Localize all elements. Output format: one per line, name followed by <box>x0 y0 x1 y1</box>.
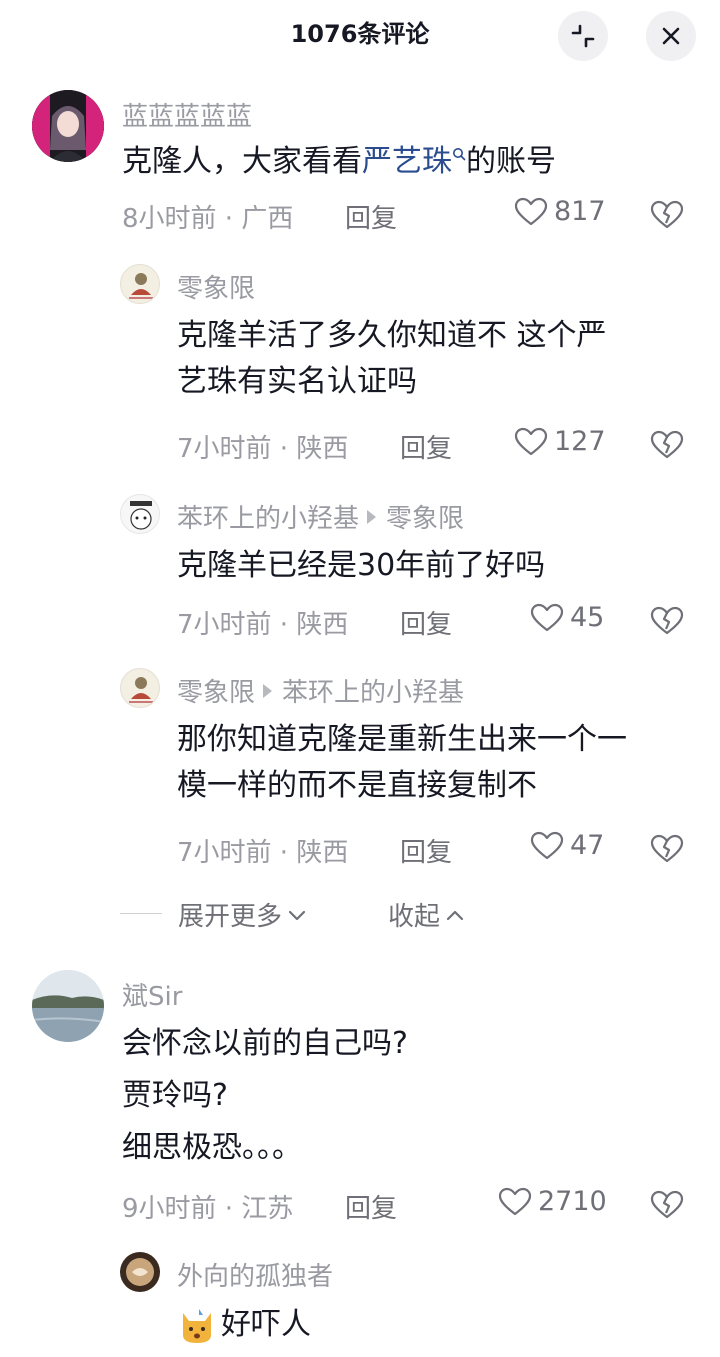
comment-text-part: 克隆人，大家看看 <box>122 144 362 179</box>
reply-button[interactable]: 回复 <box>400 604 452 641</box>
search-icon <box>453 148 466 161</box>
reply-arrow-icon <box>367 509 377 524</box>
heart-icon <box>530 831 564 859</box>
like-button[interactable]: 47 <box>530 830 604 861</box>
reply-to-username[interactable]: 苯环上的小羟基 <box>282 672 464 709</box>
comment-text-line: 那你知道克隆是重新生出来一个一 <box>177 722 627 757</box>
like-count: 127 <box>554 426 606 457</box>
like-button[interactable]: 45 <box>530 602 604 633</box>
dislike-button[interactable] <box>650 606 684 640</box>
comment-text: 那你知道克隆是重新生出来一个一 模一样的而不是直接复制不 <box>177 717 627 809</box>
dislike-button[interactable] <box>650 200 684 234</box>
comment-text-line: 克隆羊已经是30年前了好吗 <box>177 548 546 583</box>
reply-button[interactable]: 回复 <box>345 198 397 235</box>
comment-text-line: 好吓人 <box>221 1307 311 1342</box>
broken-heart-icon <box>650 834 684 863</box>
broken-heart-icon <box>650 200 684 229</box>
comment-count-title: 1076条评论 <box>290 20 430 48</box>
broken-heart-icon <box>650 1190 684 1219</box>
heart-icon <box>530 603 564 631</box>
close-button[interactable] <box>646 11 696 61</box>
comment-text-line: 艺珠有实名认证吗 <box>177 364 417 399</box>
username-label: 苯环上的小羟基 <box>177 504 360 534</box>
avatar[interactable] <box>120 668 160 708</box>
comments-header: 1076条评论 <box>0 0 720 66</box>
avatar[interactable] <box>32 970 104 1042</box>
reply-button[interactable]: 回复 <box>400 832 452 869</box>
username[interactable]: 斌Sir <box>122 976 182 1013</box>
search-link-label: 严艺珠 <box>362 144 452 179</box>
comment-text-line: 会怀念以前的自己吗? <box>122 1026 408 1061</box>
username[interactable]: 蓝蓝蓝蓝蓝 <box>122 96 252 133</box>
collapse-button[interactable]: 收起 <box>388 896 466 933</box>
chevron-down-icon <box>288 910 306 920</box>
avatar[interactable] <box>120 264 160 304</box>
dislike-button[interactable] <box>650 1190 684 1224</box>
avatar[interactable] <box>32 90 104 162</box>
comment-text-line: 克隆羊活了多久你知道不 这个严 <box>177 318 607 353</box>
reply-button[interactable]: 回复 <box>400 428 452 465</box>
username-label: 零象限 <box>177 678 256 708</box>
shrink-icon <box>571 24 595 48</box>
username[interactable]: 零象限 苯环上的小羟基 <box>177 672 464 709</box>
minimize-button[interactable] <box>558 11 608 61</box>
comment-text-line: 细思极恐。。。 <box>122 1130 302 1165</box>
expand-more-button[interactable]: 展开更多 <box>178 896 308 933</box>
avatar[interactable] <box>120 1252 160 1292</box>
like-button[interactable]: 127 <box>514 426 606 457</box>
time-location: 7小时前 · 陕西 <box>177 434 349 464</box>
cat-emoji-icon <box>183 1309 211 1343</box>
broken-heart-icon <box>650 430 684 459</box>
reply-button[interactable]: 回复 <box>345 1188 397 1225</box>
like-count: 47 <box>570 830 605 861</box>
expand-more-label: 展开更多 <box>178 902 283 932</box>
thread-controls: 展开更多 收起 <box>120 892 620 936</box>
time-location: 8小时前 · 广西 <box>122 204 294 234</box>
time-location: 7小时前 · 陕西 <box>177 838 349 868</box>
like-count: 2710 <box>538 1186 607 1217</box>
heart-icon <box>514 197 548 225</box>
broken-heart-icon <box>650 606 684 635</box>
like-count: 45 <box>570 602 605 633</box>
search-link[interactable]: 严艺珠 <box>362 144 466 179</box>
like-button[interactable]: 817 <box>514 196 606 227</box>
comment-text: 克隆人，大家看看严艺珠 的账号 <box>122 139 556 185</box>
username[interactable]: 苯环上的小羟基 零象限 <box>177 498 464 535</box>
chevron-up-icon <box>446 910 464 920</box>
avatar[interactable] <box>120 494 160 534</box>
reply-to-username[interactable]: 零象限 <box>386 498 464 535</box>
divider <box>120 913 162 914</box>
like-button[interactable]: 2710 <box>498 1186 607 1217</box>
heart-icon <box>514 427 548 455</box>
username[interactable]: 外向的孤独者 <box>177 1256 333 1293</box>
comment-text: 克隆羊已经是30年前了好吗 <box>177 543 545 589</box>
close-icon <box>662 27 680 45</box>
comment-text: 克隆羊活了多久你知道不 这个严 艺珠有实名认证吗 <box>177 313 607 405</box>
username[interactable]: 零象限 <box>177 268 255 305</box>
time-location: 7小时前 · 陕西 <box>177 610 349 640</box>
like-count: 817 <box>554 196 606 227</box>
comment-text-line: 贾玲吗? <box>122 1078 228 1113</box>
dislike-button[interactable] <box>650 834 684 868</box>
comment-text: 好吓人 <box>177 1302 311 1348</box>
dislike-button[interactable] <box>650 430 684 464</box>
reply-arrow-icon <box>263 683 273 698</box>
collapse-label: 收起 <box>388 902 441 932</box>
comment-text-part: 的账号 <box>466 144 556 179</box>
heart-icon <box>498 1187 532 1215</box>
time-location: 9小时前 · 江苏 <box>122 1194 294 1224</box>
comment-text-line: 模一样的而不是直接复制不 <box>177 768 537 803</box>
comment-text: 会怀念以前的自己吗? 贾玲吗? 细思极恐。。。 <box>122 1021 408 1177</box>
